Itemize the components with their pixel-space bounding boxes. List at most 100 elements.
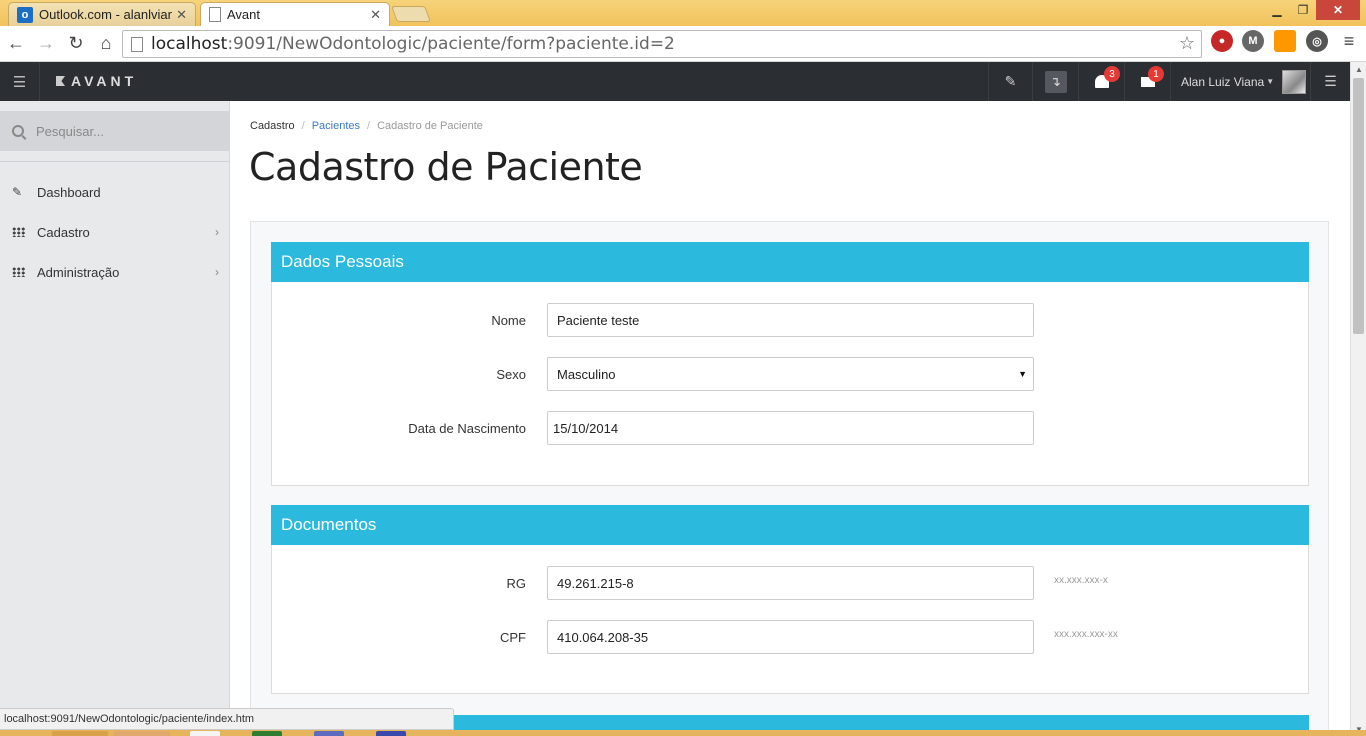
forward-icon[interactable]: → — [32, 30, 60, 58]
pencil-icon: ✎ — [12, 185, 23, 199]
grid-icon — [12, 227, 26, 237]
tab-title: Outlook.com - alanlviana@ — [39, 7, 173, 22]
breadcrumb-cadastro: Cadastro — [250, 120, 295, 132]
taskbar-button[interactable] — [252, 731, 282, 736]
notifications-badge: 3 — [1104, 66, 1120, 82]
notifications-button[interactable]: 3 — [1078, 62, 1124, 101]
cpf-field[interactable]: 410.064.208-35 — [547, 620, 1034, 654]
window-controls: ▁ ❐ ✕ — [1264, 0, 1360, 20]
extension-reel-icon[interactable]: ◎ — [1306, 30, 1328, 52]
right-menu-icon[interactable]: ☰ — [1310, 62, 1350, 101]
panel-title: Documentos — [271, 505, 1309, 545]
search-input[interactable]: Pesquisar... — [0, 111, 229, 151]
cpf-value: 410.064.208-35 — [557, 629, 649, 645]
nome-field[interactable]: Paciente teste — [547, 303, 1034, 337]
sidebar-item-label: Administração — [37, 264, 120, 280]
sidebar-item-label: Cadastro — [37, 224, 90, 240]
user-menu[interactable]: Alan Luiz Viana ▼ — [1170, 62, 1310, 101]
outlook-icon: o — [17, 6, 33, 23]
flag-icon — [56, 76, 65, 86]
sidebar-item-administracao[interactable]: Administração › — [0, 252, 229, 292]
scroll-thumb[interactable] — [1353, 78, 1364, 334]
page-icon — [209, 7, 221, 22]
breadcrumb-current: Cadastro de Paciente — [377, 120, 483, 132]
taskbar-button[interactable] — [190, 731, 220, 736]
cpf-label: CPF — [500, 630, 526, 645]
motorola-icon[interactable]: M — [1242, 30, 1264, 52]
pin-button[interactable]: ↴ — [1032, 62, 1078, 101]
panel-documentos: Documentos RG 49.261.215-8 xx.xxx.xxx-x … — [271, 505, 1309, 694]
url-host: localhost — [151, 34, 228, 54]
browser-toolbar: ← → ↻ ⌂ localhost:9091/NewOdontologic/pa… — [0, 26, 1366, 62]
search-icon — [12, 125, 24, 137]
restore-icon[interactable]: ❐ — [1290, 0, 1316, 20]
user-name: Alan Luiz Viana — [1181, 74, 1265, 89]
taskbar-button[interactable] — [314, 731, 344, 736]
minimize-icon[interactable]: ▁ — [1264, 0, 1290, 20]
page-scrollbar[interactable]: ▲ ▼ — [1350, 62, 1366, 736]
panel-title: Dados Pessoais — [271, 242, 1309, 282]
sidebar-item-cadastro[interactable]: Cadastro › — [0, 212, 229, 252]
page-icon — [131, 36, 143, 52]
nascimento-field[interactable]: 15/10/2014 — [547, 411, 1034, 445]
browser-tabstrip: o Outlook.com - alanlviana@ ✕ Avant ✕ ▁ … — [0, 0, 1366, 26]
caret-down-icon: ▼ — [1018, 369, 1027, 379]
search-placeholder: Pesquisar... — [36, 123, 104, 139]
field-row-nome: Nome Paciente teste — [272, 303, 1310, 337]
grid-icon — [12, 267, 26, 277]
messages-badge: 1 — [1148, 66, 1164, 82]
caret-down-icon: ▼ — [1266, 77, 1275, 86]
messages-button[interactable]: 1 — [1124, 62, 1170, 101]
chrome-menu-icon[interactable]: ≡ — [1338, 30, 1360, 52]
taskbar-button[interactable] — [376, 731, 406, 736]
scroll-up-icon[interactable]: ▲ — [1351, 62, 1366, 76]
bookmark-star-icon[interactable]: ☆ — [1179, 33, 1195, 54]
field-row-sexo: Sexo Masculino ▼ — [272, 357, 1310, 391]
nome-value: Paciente teste — [557, 312, 640, 328]
breadcrumb: Cadastro / Pacientes / Cadastro de Paciente — [250, 120, 483, 132]
sidebar-item-dashboard[interactable]: ✎ Dashboard — [0, 172, 229, 212]
sidebar-item-label: Dashboard — [37, 184, 101, 200]
address-bar[interactable]: localhost:9091/NewOdontologic/paciente/f… — [122, 30, 1202, 58]
chevron-right-icon: › — [215, 225, 219, 239]
tab-avant[interactable]: Avant ✕ — [200, 2, 390, 26]
status-bubble: localhost:9091/NewOdontologic/paciente/i… — [0, 708, 454, 730]
field-row-nascimento: Data de Nascimento 15/10/2014 — [272, 411, 1310, 445]
home-icon[interactable]: ⌂ — [92, 30, 120, 58]
taskbar-button[interactable] — [114, 731, 170, 736]
panel-dados-pessoais: Dados Pessoais Nome Paciente teste Sexo … — [271, 242, 1309, 486]
rg-field[interactable]: 49.261.215-8 — [547, 566, 1034, 600]
close-icon[interactable]: ✕ — [176, 7, 187, 23]
breadcrumb-pacientes-link[interactable]: Pacientes — [312, 120, 360, 132]
nascimento-value: 15/10/2014 — [553, 420, 619, 436]
rg-hint: xx.xxx.xxx-x — [1054, 575, 1108, 586]
sidebar: Pesquisar... ✎ Dashboard Cadastro › Admi… — [0, 101, 230, 736]
magic-wand-icon[interactable]: ✎ — [988, 62, 1032, 101]
sexo-select[interactable]: Masculino ▼ — [547, 357, 1034, 391]
menu-toggle-icon[interactable]: ☰ — [0, 62, 40, 101]
reload-icon[interactable]: ↻ — [62, 30, 90, 58]
nome-label: Nome — [491, 313, 526, 328]
field-row-rg: RG 49.261.215-8 xx.xxx.xxx-x — [272, 566, 1310, 600]
rg-value: 49.261.215-8 — [557, 575, 634, 591]
main-content: Cadastro / Pacientes / Cadastro de Paciente … — [230, 101, 1350, 736]
url-path: :9091/NewOdontologic/paciente/form?pacie… — [227, 34, 675, 54]
back-icon[interactable]: ← — [2, 30, 30, 58]
brand-logo[interactable]: AVANT — [56, 73, 137, 89]
adblock-icon[interactable]: ● — [1211, 30, 1233, 52]
page-title: Cadastro de Paciente — [249, 145, 643, 189]
chevron-right-icon: › — [215, 265, 219, 279]
taskbar-button[interactable] — [52, 731, 108, 736]
new-tab-button[interactable] — [391, 6, 431, 22]
nascimento-label: Data de Nascimento — [408, 421, 526, 436]
window-close-icon[interactable]: ✕ — [1316, 0, 1360, 20]
sexo-value: Masculino — [557, 366, 616, 382]
avatar — [1282, 69, 1307, 94]
close-icon[interactable]: ✕ — [370, 7, 381, 23]
field-row-cpf: CPF 410.064.208-35 xxx.xxx.xxx-xx — [272, 620, 1310, 654]
status-url: localhost:9091/NewOdontologic/paciente/i… — [4, 713, 255, 725]
form-container: Dados Pessoais Nome Paciente teste Sexo … — [250, 221, 1329, 736]
divider — [0, 161, 229, 162]
extension-icon[interactable] — [1274, 30, 1296, 52]
tab-outlook[interactable]: o Outlook.com - alanlviana@ ✕ — [8, 2, 196, 26]
